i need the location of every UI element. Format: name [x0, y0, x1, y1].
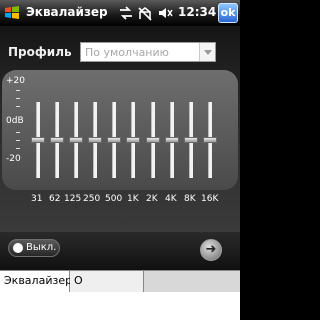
clock[interactable]: 12:34 [178, 5, 216, 19]
window-title: Эквалайзер [26, 5, 108, 19]
band-slider-250[interactable] [88, 102, 102, 178]
scale-tick [16, 132, 20, 133]
equalizer-main: Профиль По умолчанию +20 0dB -20 31 62 125… [0, 26, 240, 232]
tab-bar: Эквалайзер О программе [0, 270, 240, 307]
slider-knob[interactable] [50, 137, 64, 143]
band-slider-4K[interactable] [165, 102, 179, 178]
slider-knob[interactable] [146, 137, 160, 143]
scale-tick [16, 98, 20, 99]
volume-mute-icon[interactable] [157, 5, 173, 21]
scale-tick [16, 106, 20, 107]
slider-knob[interactable] [203, 137, 217, 143]
slider-knob[interactable] [126, 137, 140, 143]
ok-button[interactable]: ok [218, 3, 238, 23]
arrow-right-icon: ➜ [205, 242, 217, 257]
off-toggle-button[interactable]: Выкл. [8, 239, 60, 257]
connectivity-icon[interactable] [118, 5, 134, 21]
band-slider-500[interactable] [107, 102, 121, 178]
band-label-4K: 4K [165, 194, 177, 204]
tab-equalizer[interactable]: Эквалайзер [0, 271, 72, 293]
profile-selected-value: По умолчанию [85, 46, 169, 59]
next-arrow-button[interactable]: ➜ [200, 239, 222, 261]
empty-area [0, 292, 240, 320]
band-label-62: 62 [49, 194, 61, 204]
slider-knob[interactable] [184, 137, 198, 143]
band-label-1K: 1K [127, 194, 139, 204]
power-icon [13, 243, 23, 253]
no-signal-icon[interactable] [137, 5, 153, 21]
band-slider-62[interactable] [50, 102, 64, 178]
profile-dropdown[interactable]: По умолчанию [80, 42, 216, 62]
band-slider-1K[interactable] [126, 102, 140, 178]
scale-tick [16, 90, 20, 91]
band-slider-31[interactable] [31, 102, 45, 178]
band-label-500: 500 [105, 194, 123, 204]
band-label-125: 125 [64, 194, 82, 204]
tab-about[interactable]: О программе [70, 271, 144, 307]
off-label: Выкл. [26, 242, 57, 253]
band-label-2K: 2K [146, 194, 158, 204]
bottom-control-strip: Выкл. ➜ [0, 232, 240, 270]
band-slider-125[interactable] [69, 102, 83, 178]
slider-knob[interactable] [88, 137, 102, 143]
band-slider-8K[interactable] [184, 102, 198, 178]
slider-knob[interactable] [69, 137, 83, 143]
band-label-250: 250 [83, 194, 101, 204]
scale-min-label: -20 [6, 154, 21, 164]
band-slider-2K[interactable] [146, 102, 160, 178]
scale-zero-label: 0dB [6, 116, 24, 126]
scale-tick [16, 148, 20, 149]
slider-knob[interactable] [165, 137, 179, 143]
slider-knob[interactable] [107, 137, 121, 143]
scale-tick [16, 140, 20, 141]
slider-knob[interactable] [31, 137, 45, 143]
profile-label: Профиль [8, 45, 72, 59]
band-slider-16K[interactable] [203, 102, 217, 178]
title-bar: Эквалайзер 12:34 ok [0, 0, 240, 26]
windows-flag-icon[interactable] [3, 4, 21, 22]
band-label-8K: 8K [184, 194, 196, 204]
scale-max-label: +20 [6, 76, 25, 86]
band-label-31: 31 [31, 194, 43, 204]
band-label-16K: 16K [201, 194, 219, 204]
chevron-down-icon[interactable] [199, 43, 215, 61]
